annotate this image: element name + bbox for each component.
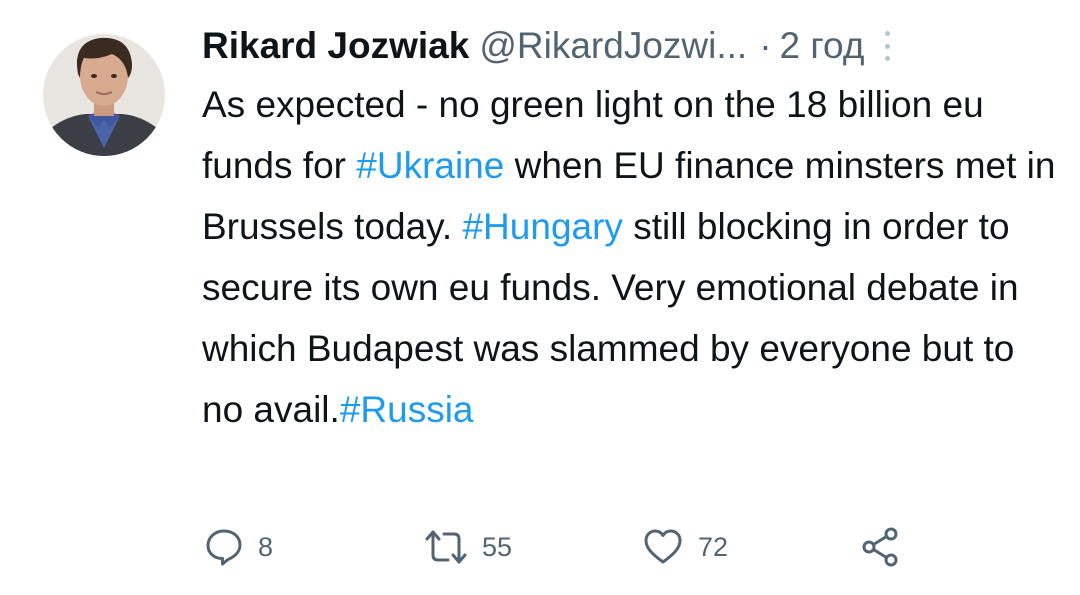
tweet-text: As expected - no green light on the 18 b… xyxy=(202,74,1062,440)
heart-icon xyxy=(644,529,682,564)
avatar[interactable] xyxy=(42,24,166,166)
share-button[interactable] xyxy=(860,522,902,572)
share-icon xyxy=(862,527,898,567)
reply-count: 8 xyxy=(258,531,274,562)
tweet-header: Rikard Jozwiak @RikardJozwi... · 2 год xyxy=(202,20,1022,72)
retweet-button[interactable]: 55 xyxy=(424,522,512,572)
tweet: Rikard Jozwiak @RikardJozwi... · 2 год A… xyxy=(0,0,1080,595)
like-button[interactable]: 72 xyxy=(642,522,728,572)
reply-icon xyxy=(206,529,242,566)
hashtag-hungary[interactable]: #Hungary xyxy=(462,206,622,247)
retweet-count: 55 xyxy=(482,531,513,562)
retweet-icon xyxy=(425,530,467,564)
author-name[interactable]: Rikard Jozwiak xyxy=(202,20,469,72)
reply-button[interactable]: 8 xyxy=(204,522,273,572)
like-count: 72 xyxy=(698,531,729,562)
hashtag-russia[interactable]: #Russia xyxy=(340,389,474,430)
more-vertical-icon[interactable] xyxy=(882,31,892,61)
tweet-actions: 8 55 72 xyxy=(204,522,964,572)
author-handle[interactable]: @RikardJozwi... xyxy=(479,20,747,72)
hashtag-ukraine[interactable]: #Ukraine xyxy=(356,145,504,186)
separator-dot: · xyxy=(759,25,772,66)
tweet-timestamp[interactable]: 2 год xyxy=(780,20,865,72)
